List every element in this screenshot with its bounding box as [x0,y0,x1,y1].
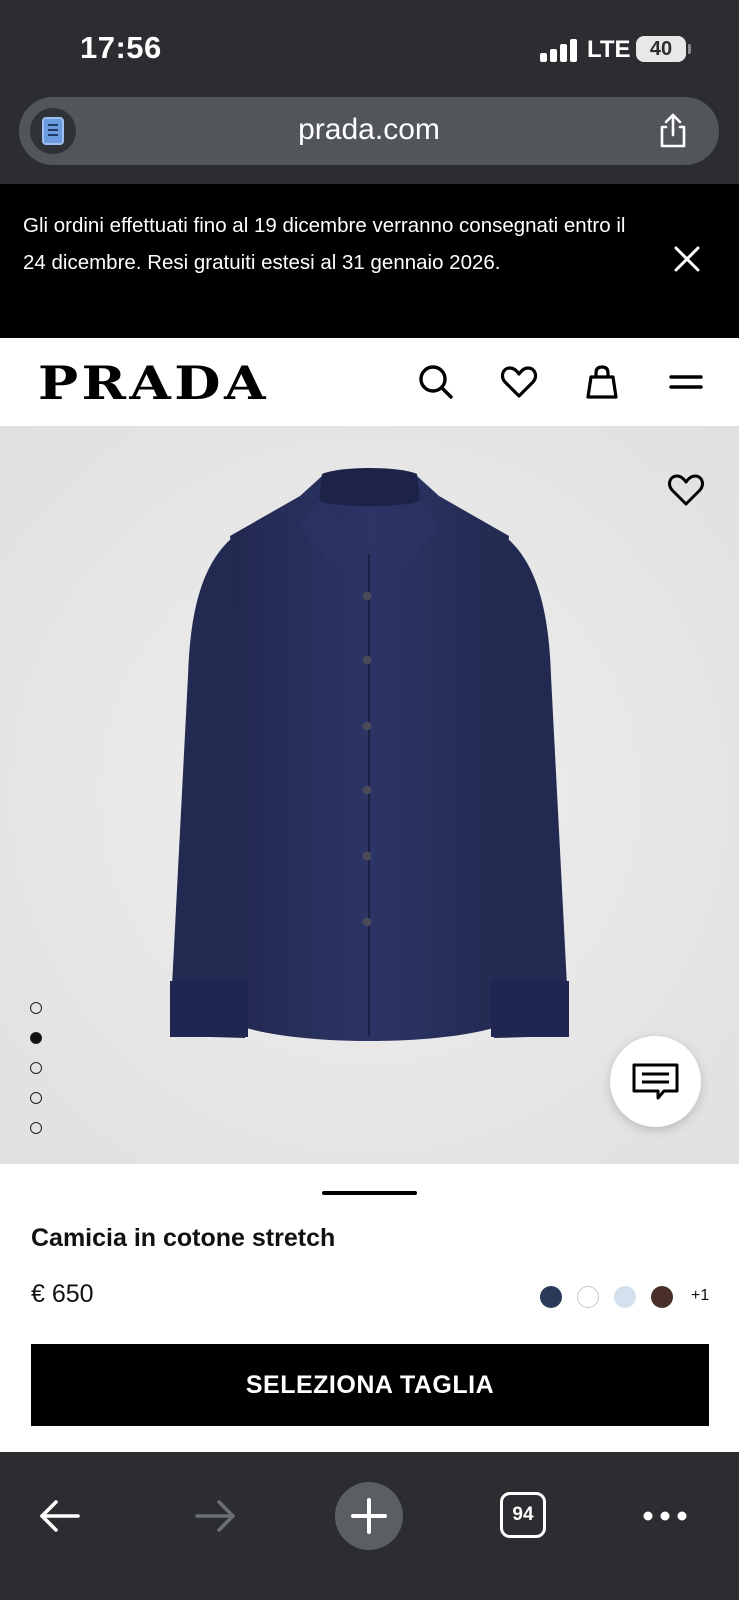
battery-nub [688,44,691,54]
gallery-pagination [30,1002,42,1152]
gallery-dot[interactable] [30,1062,42,1074]
status-bar: 17:56 LTE 40 [0,0,739,95]
color-swatch-light-blue[interactable] [614,1286,636,1308]
product-gallery[interactable] [0,426,739,1164]
color-swatch-brown[interactable] [651,1286,673,1308]
battery-icon: 40 [636,36,686,62]
bag-icon[interactable] [582,362,622,402]
search-icon[interactable] [416,362,456,402]
clock: 17:56 [80,30,162,65]
gallery-dot-active[interactable] [30,1032,42,1044]
color-swatch-white[interactable] [577,1286,599,1308]
product-price: € 650 [31,1280,94,1308]
heart-icon[interactable] [499,362,539,402]
browser-toolbar: 94 [0,1452,739,1600]
shipping-banner: Gli ordini effettuati fino al 19 dicembr… [0,184,739,338]
wishlist-heart-icon[interactable] [666,470,706,510]
signal-icon [540,38,578,62]
close-icon[interactable] [672,244,702,279]
more-icon[interactable] [642,1506,688,1531]
new-tab-icon[interactable] [335,1482,403,1550]
chat-button[interactable] [610,1036,701,1127]
product-sheet: Camicia in cotone stretch € 650 +1 SELEZ… [0,1164,739,1452]
site-header: PRADA [0,338,739,426]
product-name: Camicia in cotone stretch [31,1224,336,1252]
more-colors[interactable]: +1 [691,1287,709,1305]
reader-icon[interactable] [30,108,76,154]
brand-logo[interactable]: PRADA [38,356,269,410]
forward-icon [193,1494,237,1543]
page: 17:56 LTE 40 prada.com Gli ordini effett… [0,0,739,1600]
share-icon[interactable] [653,111,693,151]
color-swatch-navy[interactable] [540,1286,562,1308]
url-text[interactable]: prada.com [19,97,719,165]
gallery-dot[interactable] [30,1092,42,1104]
tabs-icon[interactable]: 94 [500,1492,546,1538]
gallery-dot[interactable] [30,1122,42,1134]
back-icon[interactable] [38,1494,82,1543]
chat-icon [632,1063,679,1100]
sheet-handle[interactable] [322,1191,417,1195]
network-type: LTE [587,36,631,63]
select-size-button[interactable]: SELEZIONA TAGLIA [31,1344,709,1426]
menu-icon[interactable] [666,362,706,402]
gallery-dot[interactable] [30,1002,42,1014]
address-bar[interactable]: prada.com [19,97,719,165]
banner-text: Gli ordini effettuati fino al 19 dicembr… [23,214,626,274]
